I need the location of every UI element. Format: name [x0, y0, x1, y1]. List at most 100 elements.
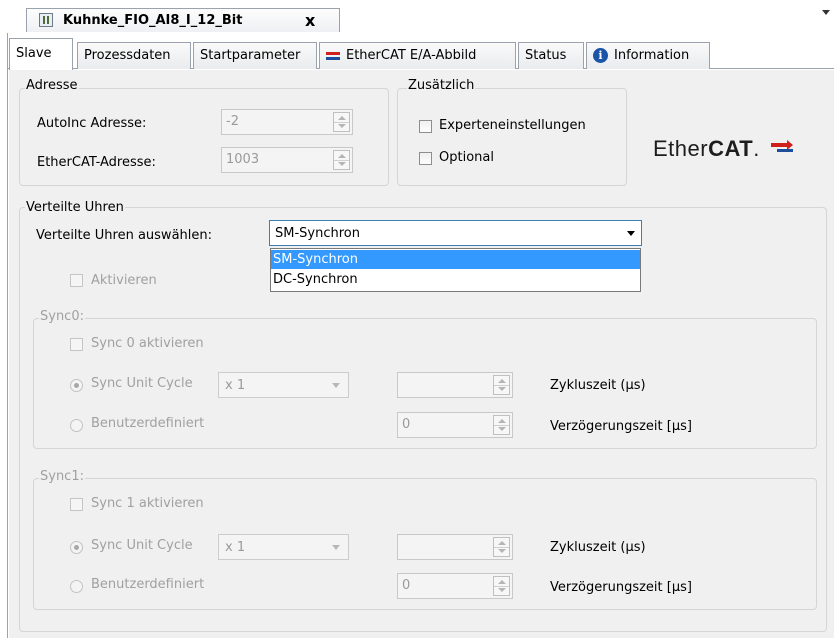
tab-information[interactable]: i Information [586, 42, 710, 69]
tab-status[interactable]: Status [518, 42, 584, 69]
sync1-benutzer-radio[interactable] [70, 580, 83, 593]
verteilte-uhren-selected-value: SM-Synchron [275, 226, 360, 241]
spin-down-icon[interactable] [498, 549, 506, 553]
aktivieren-checkbox[interactable] [70, 274, 83, 287]
device-icon [39, 13, 53, 27]
sync1-zyklus-spinbox[interactable] [397, 534, 513, 560]
spinner-divider [334, 122, 349, 123]
tab-label: Startparameter [200, 48, 301, 63]
sync0-activate-label: Sync 0 aktivieren [91, 336, 204, 351]
spin-down-icon[interactable] [498, 588, 506, 592]
spin-up-icon[interactable] [338, 116, 346, 120]
ethercat-address-label: EtherCAT-Adresse: [37, 155, 156, 170]
verteilte-uhren-select[interactable]: SM-Synchron [269, 220, 642, 246]
sync0-benutzer-label: Benutzerdefiniert [91, 416, 205, 431]
tab-startparameter[interactable]: Startparameter [193, 42, 317, 69]
spin-up-icon[interactable] [498, 541, 506, 545]
spin-up-icon[interactable] [498, 580, 506, 584]
spinner-buttons[interactable] [493, 375, 510, 395]
spin-up-icon[interactable] [498, 419, 506, 423]
spin-down-icon[interactable] [498, 387, 506, 391]
ethercat-logo-mark [771, 140, 793, 152]
spinner-divider [494, 547, 509, 548]
spinner-buttons[interactable] [493, 576, 510, 596]
sync1-zyklus-label: Zykluszeit (µs) [550, 540, 646, 555]
spinner-divider [494, 586, 509, 587]
group-zusaetzlich-title: Zusätzlich [407, 78, 476, 93]
sync1-unit-cycle-radio[interactable] [70, 541, 83, 554]
tab-list-dropdown-icon[interactable] [822, 10, 830, 15]
spinner-buttons[interactable] [333, 150, 350, 170]
group-sync0-title: Sync0: [39, 309, 85, 324]
ethercat-address-value: 1003 [226, 152, 260, 167]
sync0-unit-cycle-value: x 1 [225, 378, 246, 393]
sync0-unit-cycle-label: Sync Unit Cycle [91, 376, 193, 391]
sync0-zyklus-spinbox[interactable] [397, 372, 513, 398]
spin-down-icon[interactable] [338, 124, 346, 128]
sync1-verzoegerung-spinbox[interactable]: 0 [397, 573, 513, 599]
info-icon: i [593, 48, 608, 63]
autoinc-label: AutoInc Adresse: [37, 116, 147, 131]
spin-down-icon[interactable] [338, 162, 346, 166]
spin-up-icon[interactable] [498, 379, 506, 383]
sync0-unit-cycle-select[interactable]: x 1 [218, 372, 349, 398]
document-tab[interactable]: Kuhnke_FIO_AI8_I_12_Bit x [26, 8, 340, 32]
group-verteilte-uhren-title: Verteilte Uhren [25, 200, 125, 215]
ethercat-logo-text: EtherCAT. [653, 136, 760, 162]
slave-settings-panel: Adresse AutoInc Adresse: -2 EtherCAT-Adr… [9, 70, 834, 638]
spin-up-icon[interactable] [338, 154, 346, 158]
close-icon[interactable]: x [305, 11, 315, 30]
tab-prozessdaten[interactable]: Prozessdaten [77, 42, 191, 69]
logo-text-a: Ether [653, 136, 709, 161]
logo-text-b: CAT [708, 136, 754, 161]
sync0-activate-checkbox[interactable] [70, 338, 83, 351]
optional-checkbox[interactable] [419, 152, 432, 165]
spinner-buttons[interactable] [493, 415, 510, 435]
spinner-divider [494, 425, 509, 426]
sync0-verzoegerung-label: Verzögerungszeit [µs] [550, 419, 692, 434]
chevron-down-icon [627, 231, 635, 236]
document-title: Kuhnke_FIO_AI8_I_12_Bit [63, 13, 243, 28]
sync0-verzoegerung-value: 0 [402, 417, 411, 432]
autoinc-spinbox[interactable]: -2 [221, 109, 353, 135]
verteilte-uhren-dropdown-list: SM-Synchron DC-Synchron [270, 248, 641, 292]
tab-label: EtherCAT E/A-Abbild [346, 48, 477, 63]
verteilte-uhren-select-label: Verteilte Uhren auswählen: [36, 228, 213, 243]
logo-text-suffix: . [753, 136, 760, 161]
tab-ethercat-io[interactable]: EtherCAT E/A-Abbild [319, 42, 516, 69]
ethercat-logo: EtherCAT. [653, 132, 793, 172]
autoinc-value: -2 [226, 114, 239, 129]
sync1-activate-label: Sync 1 aktivieren [91, 496, 204, 511]
spinner-buttons[interactable] [333, 112, 350, 132]
left-pane-border [0, 33, 8, 638]
group-sync1-title: Sync1: [39, 469, 85, 484]
sync1-benutzer-label: Benutzerdefiniert [91, 577, 205, 592]
tab-slave[interactable]: Slave [9, 38, 73, 70]
spinner-divider [494, 385, 509, 386]
ethercat-address-spinbox[interactable]: 1003 [221, 147, 353, 173]
sync1-unit-cycle-value: x 1 [225, 540, 246, 555]
sync0-unit-cycle-radio[interactable] [70, 379, 83, 392]
spin-down-icon[interactable] [498, 427, 506, 431]
experteneinstellungen-label: Experteneinstellungen [439, 118, 586, 133]
group-adresse-title: Adresse [25, 78, 79, 93]
dropdown-option-sm-synchron[interactable]: SM-Synchron [271, 250, 640, 269]
sync1-unit-cycle-label: Sync Unit Cycle [91, 538, 193, 553]
ethercat-io-icon [326, 51, 340, 60]
experteneinstellungen-checkbox[interactable] [419, 120, 432, 133]
sync0-verzoegerung-spinbox[interactable]: 0 [397, 412, 513, 438]
sync1-activate-checkbox[interactable] [70, 498, 83, 511]
sync1-verzoegerung-label: Verzögerungszeit [µs] [550, 580, 692, 595]
sync0-zyklus-label: Zykluszeit (µs) [550, 378, 646, 393]
aktivieren-label: Aktivieren [91, 273, 157, 288]
tab-label: Slave [16, 46, 52, 61]
spinner-divider [334, 160, 349, 161]
group-zusaetzlich [397, 88, 627, 186]
sync1-verzoegerung-value: 0 [402, 578, 411, 593]
chevron-down-icon [332, 545, 340, 550]
chevron-down-icon [332, 383, 340, 388]
sync0-benutzer-radio[interactable] [70, 419, 83, 432]
spinner-buttons[interactable] [493, 537, 510, 557]
sync1-unit-cycle-select[interactable]: x 1 [218, 534, 349, 560]
dropdown-option-dc-synchron[interactable]: DC-Synchron [271, 270, 640, 289]
